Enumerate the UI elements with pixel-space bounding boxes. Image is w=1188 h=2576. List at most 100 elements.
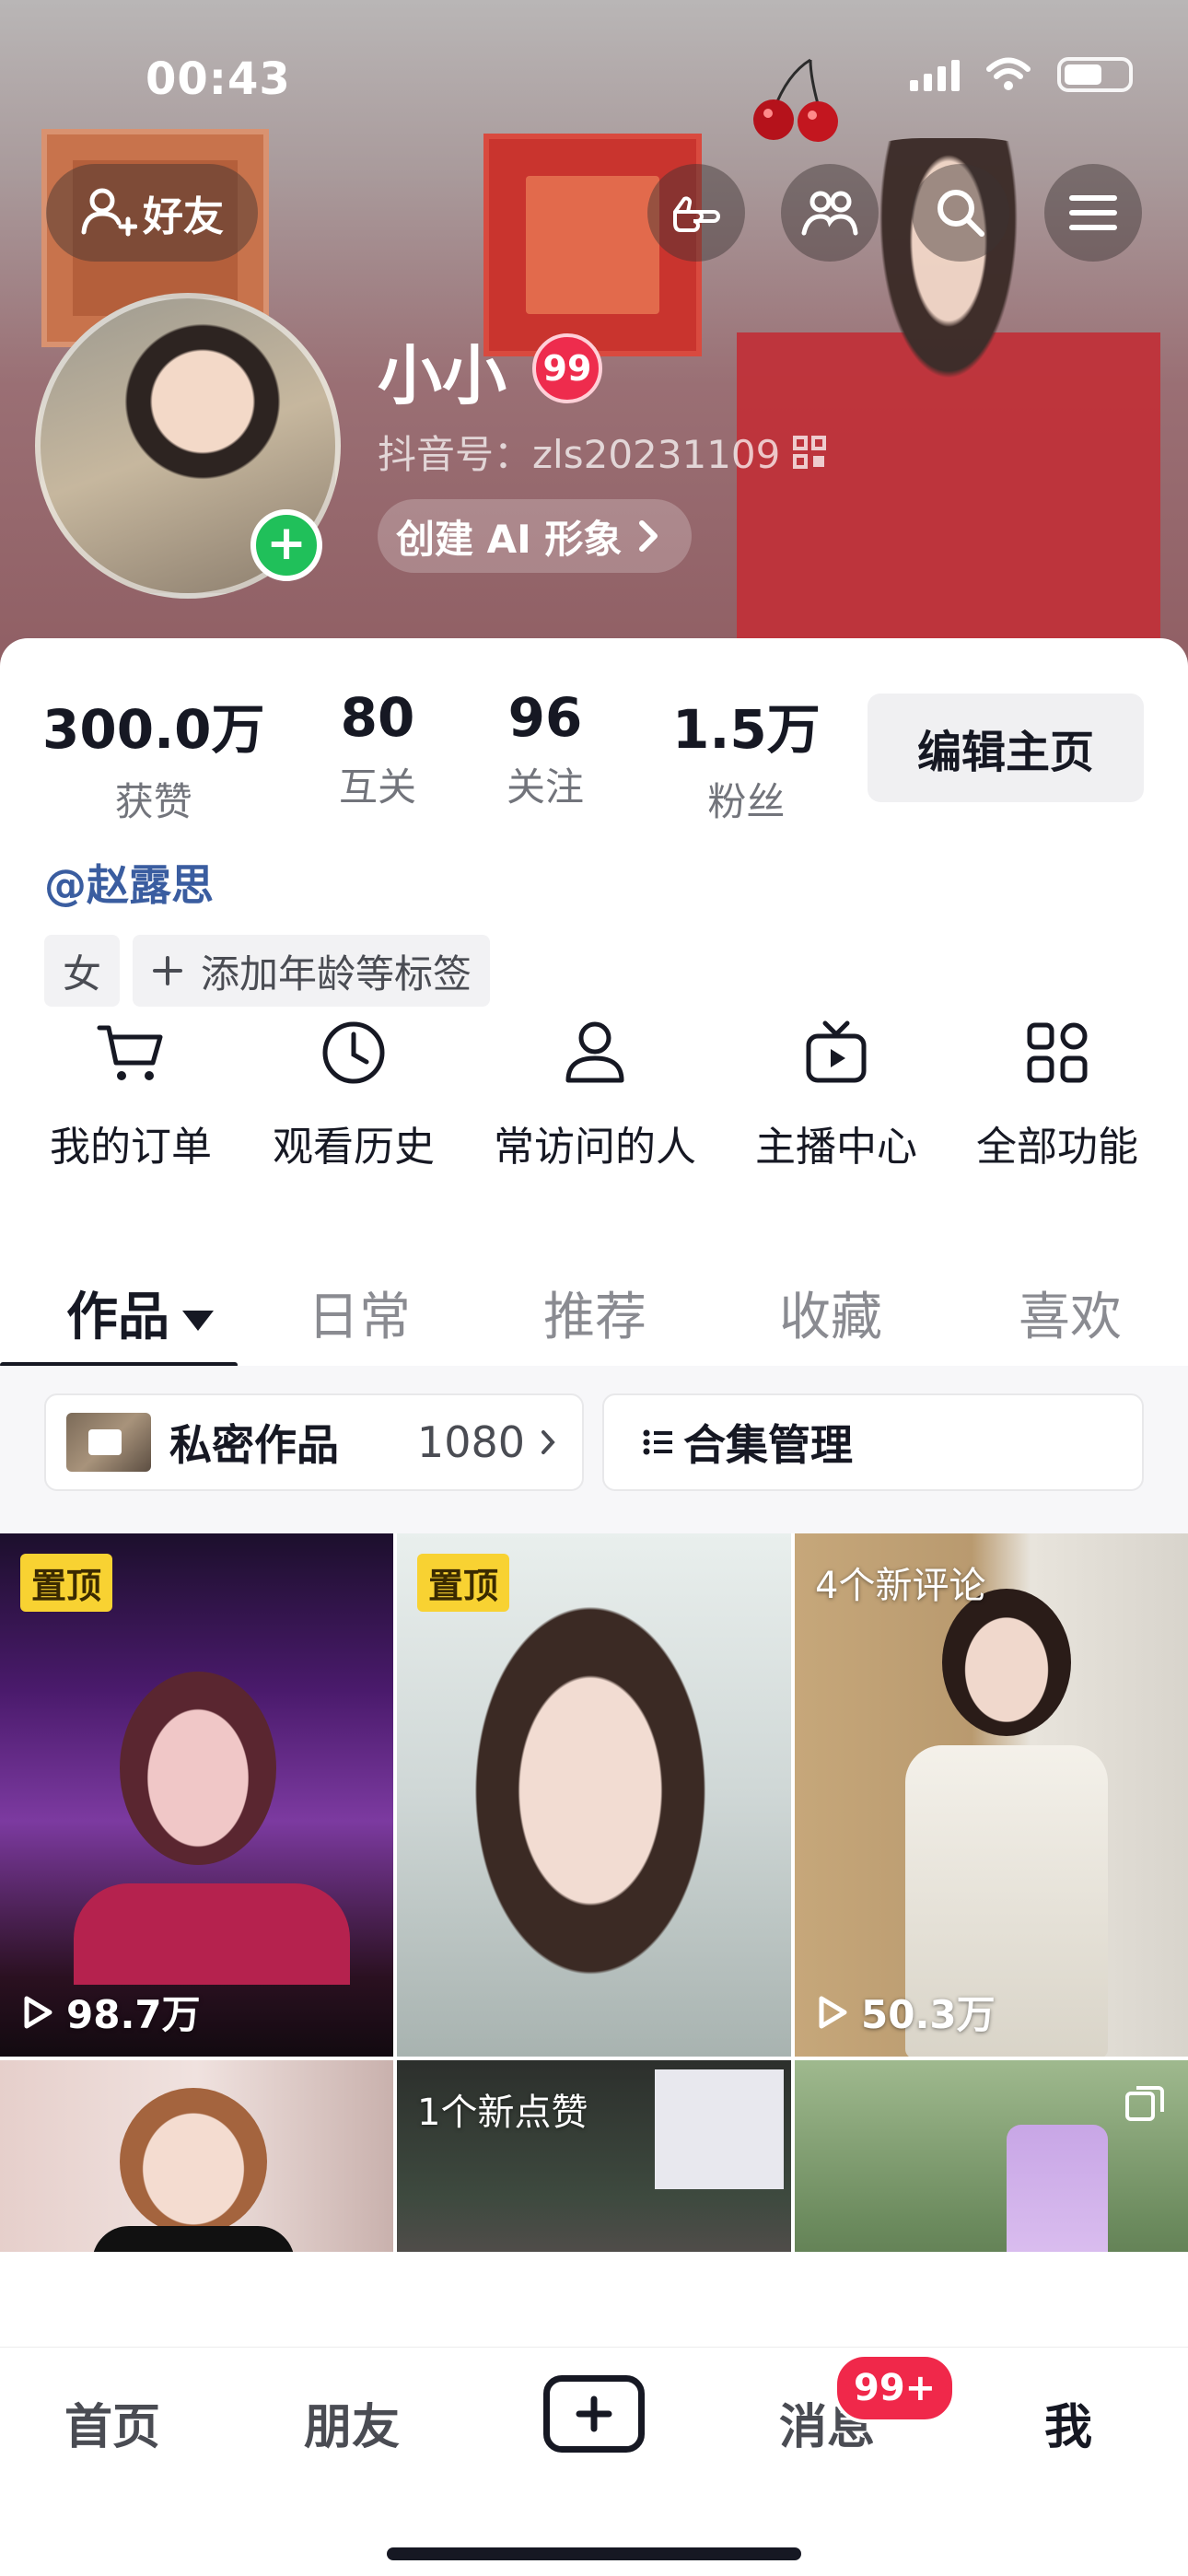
search-button[interactable] [912, 164, 1009, 262]
stat-mutual[interactable]: 80 互关 [339, 686, 416, 812]
shortcut-frequent-visitors[interactable]: 常访问的人 [484, 1016, 705, 1172]
tile-thumbnail [655, 2069, 784, 2189]
lock-thumbnail-icon [66, 1413, 151, 1472]
cart-icon [97, 1025, 163, 1080]
content-tabs: 作品 日常 推荐 收藏 喜欢 [0, 1255, 1188, 1368]
shortcut-orders[interactable]: 我的订单 [20, 1016, 241, 1172]
gender-tag[interactable]: 女 [44, 935, 121, 1007]
status-icons [910, 57, 1133, 92]
tab-label: 作品 [66, 1288, 169, 1347]
nav-home[interactable]: 首页 [64, 2388, 160, 2457]
hand-point-icon [673, 196, 720, 232]
play-count-value: 98.7万 [66, 1992, 201, 2037]
video-tile[interactable]: 置顶 98.7万 [0, 1533, 393, 2057]
stat-label: 互关 [339, 764, 417, 810]
private-works-button[interactable]: 私密作品 1080 [44, 1393, 584, 1491]
shortcut-label: 常访问的人 [494, 1124, 696, 1171]
add-tags-button[interactable]: 添加年龄等标签 [133, 935, 491, 1007]
shortcut-label: 观看历史 [273, 1124, 435, 1171]
tile-thumbnail [1007, 2125, 1108, 2252]
search-icon [938, 190, 984, 237]
stat-label: 关注 [507, 764, 585, 810]
stat-label: 粉丝 [707, 779, 786, 824]
gesture-button[interactable] [647, 164, 745, 262]
play-icon [24, 1996, 52, 2028]
add-friend-icon [81, 188, 137, 237]
video-tile[interactable]: 置顶 [397, 1533, 791, 2057]
avatar-add-button[interactable]: + [250, 509, 322, 581]
chevron-right-icon [542, 1430, 555, 1454]
level-badge[interactable]: 99 [532, 333, 602, 403]
douyin-id-text: 抖音号：zls20231109 [378, 432, 781, 477]
play-count: 50.3万 [817, 1984, 996, 2040]
cherries-icon [753, 58, 838, 142]
people-icon [801, 191, 858, 236]
play-count: 98.7万 [22, 1984, 201, 2040]
chevron-right-icon [639, 520, 658, 552]
tab-recommended[interactable]: 推荐 [543, 1276, 646, 1350]
tile-thumbnail [120, 1672, 276, 1865]
bottom-nav: 首页 朋友 消息 99+ 我 [0, 2347, 1188, 2576]
friends-group-button[interactable] [781, 164, 879, 262]
plus-icon [576, 2395, 612, 2432]
tile-thumbnail [942, 1589, 1071, 1736]
collection-manage-button[interactable]: 合集管理 [602, 1393, 1144, 1491]
edit-profile-button[interactable]: 编辑主页 [868, 694, 1144, 802]
list-icon [643, 1429, 672, 1455]
stat-value: 96 [507, 686, 583, 749]
tab-daily[interactable]: 日常 [308, 1276, 411, 1350]
plus-icon [153, 956, 182, 985]
shortcut-label: 我的订单 [50, 1124, 212, 1171]
douyin-id[interactable]: 抖音号：zls20231109 [378, 424, 827, 480]
video-tile[interactable] [795, 2060, 1188, 2252]
messages-badge: 99+ [833, 2353, 957, 2423]
tab-works[interactable]: 作品 [66, 1276, 214, 1350]
mention-link[interactable]: @赵露思 [44, 852, 214, 913]
tile-thumbnail [452, 1570, 728, 1994]
shortcut-all-features[interactable]: 全部功能 [947, 1016, 1168, 1172]
add-friend-button[interactable]: 好友 [46, 164, 258, 262]
tile-thumbnail [120, 2088, 267, 2235]
battery-icon [1057, 57, 1133, 92]
status-time: 00:43 [146, 53, 291, 105]
nav-friends[interactable]: 朋友 [304, 2388, 400, 2457]
works-toolbar: 私密作品 1080 合集管理 [0, 1366, 1188, 1533]
tab-likes[interactable]: 喜欢 [1019, 1276, 1122, 1350]
shortcut-label: 主播中心 [755, 1124, 917, 1171]
ai-button-label: 创建 AI 形象 [396, 516, 623, 562]
grid-icon [1027, 1022, 1088, 1083]
video-tile[interactable]: 1个新点赞 [397, 2060, 791, 2252]
stat-value: 80 [340, 686, 415, 749]
multi-image-icon [1125, 2086, 1164, 2121]
nav-me[interactable]: 我 [1044, 2388, 1092, 2457]
video-tile[interactable]: 4个新评论 50.3万 [795, 1533, 1188, 2057]
play-count-value: 50.3万 [861, 1992, 996, 2037]
stat-likes[interactable]: 300.0万 获赞 [42, 686, 264, 827]
menu-button[interactable] [1044, 164, 1142, 262]
stat-label: 获赞 [114, 779, 192, 824]
shortcut-history[interactable]: 观看历史 [243, 1016, 464, 1172]
new-comments-label: 4个新评论 [815, 1565, 986, 1607]
hamburger-menu-icon [1069, 195, 1117, 230]
video-tile[interactable] [0, 2060, 393, 2252]
stats-row: 300.0万 获赞 80 互关 96 关注 1.5万 粉丝 编辑主页 [0, 638, 1188, 841]
create-ai-avatar-button[interactable]: 创建 AI 形象 [378, 499, 693, 573]
shortcut-streamer-center[interactable]: 主播中心 [726, 1016, 947, 1172]
stat-value: 300.0万 [42, 698, 265, 761]
tab-favorites[interactable]: 收藏 [779, 1276, 882, 1350]
private-works-count-wrap: 1080 [417, 1417, 556, 1467]
tile-thumbnail [92, 2226, 295, 2252]
create-post-button[interactable] [543, 2375, 645, 2453]
nickname: 小小 [378, 338, 507, 414]
tv-icon [806, 1020, 867, 1083]
person-icon [565, 1021, 624, 1083]
signal-icon [910, 58, 960, 91]
shortcut-label: 全部功能 [976, 1124, 1138, 1171]
add-tags-label: 添加年龄等标签 [201, 950, 472, 997]
private-works-label: 私密作品 [169, 1420, 339, 1470]
stat-following[interactable]: 96 关注 [507, 686, 584, 812]
stat-followers[interactable]: 1.5万 粉丝 [672, 686, 821, 827]
private-works-count: 1080 [416, 1417, 525, 1467]
new-likes-label: 1个新点赞 [417, 2092, 588, 2134]
clock-icon [322, 1021, 385, 1084]
